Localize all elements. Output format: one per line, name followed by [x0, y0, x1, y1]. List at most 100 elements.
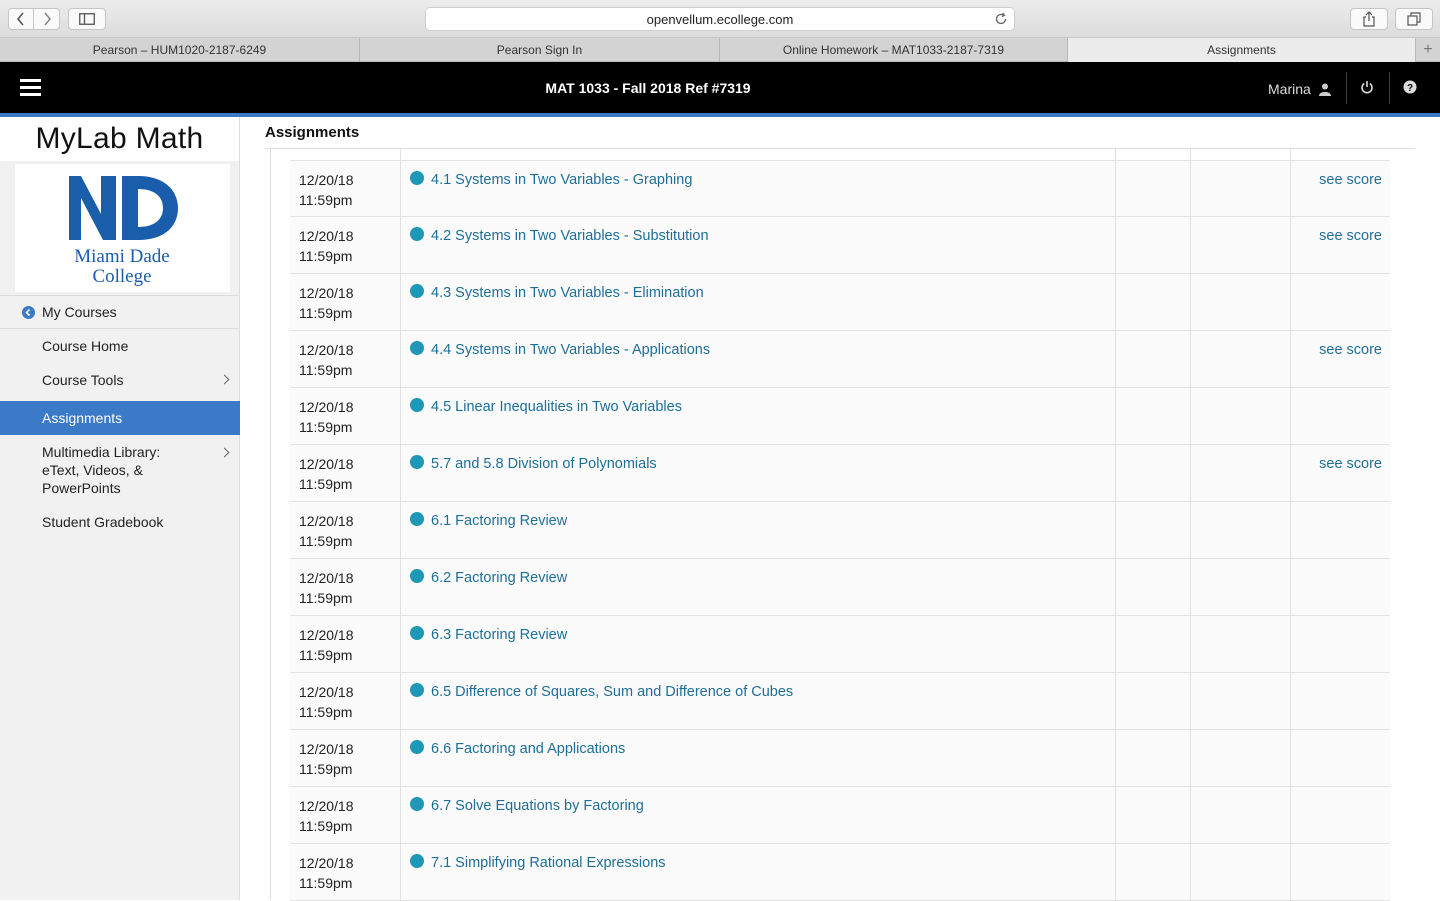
assignment-link[interactable]: 4.5 Linear Inequalities in Two Variables [431, 397, 682, 417]
assignment-link[interactable]: 4.4 Systems in Two Variables - Applicati… [431, 340, 710, 360]
help-icon[interactable]: ? [1403, 80, 1417, 94]
app-header: MAT 1033 - Fall 2018 Ref #7319 Marina ? [0, 62, 1440, 113]
sidebar-toggle-button[interactable] [68, 8, 106, 30]
status-dot-icon [410, 854, 424, 868]
status-dot-icon [410, 455, 424, 469]
due-date-time: 11:59pm [299, 362, 353, 378]
column-divider [1290, 388, 1291, 445]
column-divider [1190, 331, 1191, 388]
column-divider [1290, 217, 1291, 274]
column-divider [1115, 161, 1116, 218]
column-divider [1115, 331, 1116, 388]
assignment-link[interactable]: 6.3 Factoring Review [431, 625, 567, 645]
due-date-day: 12/20/18 [299, 798, 354, 814]
tab-label: Pearson Sign In [496, 43, 583, 57]
due-date: 12/20/18 11:59pm [299, 625, 354, 665]
svg-text:?: ? [1407, 83, 1413, 94]
assignment-link[interactable]: 7.1 Simplifying Rational Expressions [431, 853, 666, 873]
browser-tab[interactable]: Online Homework – MAT1033-2187-7319 [720, 38, 1068, 62]
column-divider [1190, 787, 1191, 844]
due-date-day: 12/20/18 [299, 513, 354, 529]
sidebar-item-assignments[interactable]: Assignments [0, 401, 240, 435]
assignment-link[interactable]: 4.2 Systems in Two Variables - Substitut… [431, 226, 709, 246]
left-sidebar: MyLab Math Miami Dade College My Courses… [0, 117, 240, 900]
table-row: 12/20/18 11:59pm 6.7 Solve Equations by Fa… [290, 787, 1390, 844]
column-divider [1115, 502, 1116, 559]
due-date-time: 11:59pm [299, 476, 353, 492]
sidebar-item-student-gradebook[interactable]: Student Gradebook [0, 505, 240, 539]
due-date-day: 12/20/18 [299, 342, 354, 358]
due-date-time: 11:59pm [299, 305, 353, 321]
forward-button[interactable] [34, 8, 60, 30]
browser-tab[interactable]: Pearson Sign In [360, 38, 720, 62]
due-date-time: 11:59pm [299, 818, 353, 834]
assignment-link[interactable]: 4.1 Systems in Two Variables - Graphing [431, 170, 692, 190]
table-row: 12/20/18 11:59pm 4.4 Systems in Two Variab… [290, 331, 1390, 388]
column-divider [1115, 844, 1116, 901]
due-date-time: 11:59pm [299, 248, 353, 264]
tab-label: Online Homework – MAT1033-2187-7319 [782, 43, 1005, 57]
column-divider [400, 388, 401, 445]
table-row: 12/20/18 11:59pm 4.1 Systems in Two Variab… [290, 160, 1390, 218]
back-button[interactable] [8, 8, 34, 30]
assignment-link[interactable]: 6.5 Difference of Squares, Sum and Diffe… [431, 682, 793, 702]
column-divider [1290, 331, 1291, 388]
column-divider [400, 161, 401, 218]
due-date-time: 11:59pm [299, 590, 353, 606]
tabs-overview-button[interactable] [1395, 8, 1433, 30]
see-score-link[interactable]: see score [1319, 226, 1382, 246]
due-date: 12/20/18 11:59pm [299, 226, 354, 266]
column-divider [1290, 787, 1291, 844]
column-divider [1290, 730, 1291, 787]
main-content: Assignments 12/20/18 11:59pm 4.1 Systems i… [240, 117, 1440, 901]
assignment-link[interactable]: 6.6 Factoring and Applications [431, 739, 625, 759]
plus-icon: + [1423, 40, 1433, 58]
column-divider [400, 673, 401, 730]
assignment-link[interactable]: 4.3 Systems in Two Variables - Eliminati… [431, 283, 704, 303]
column-divider [1290, 445, 1291, 502]
power-icon[interactable] [1360, 80, 1374, 94]
column-divider [1115, 445, 1116, 502]
column-divider [400, 331, 401, 388]
column-divider [1190, 502, 1191, 559]
see-score-link[interactable]: see score [1319, 454, 1382, 474]
chevron-right-icon [219, 374, 230, 385]
column-divider [1290, 844, 1291, 901]
my-courses-link[interactable]: My Courses [0, 295, 240, 329]
assignment-link[interactable]: 6.1 Factoring Review [431, 511, 567, 531]
column-divider [400, 616, 401, 673]
see-score-link[interactable]: see score [1319, 170, 1382, 190]
chevron-right-icon [43, 12, 51, 26]
new-tab-button[interactable]: + [1416, 38, 1440, 61]
chevron-left-icon [16, 12, 24, 26]
column-divider [1115, 274, 1116, 331]
due-date: 12/20/18 11:59pm [299, 454, 354, 494]
sidebar-item-label: Course Home [42, 338, 129, 354]
reload-icon[interactable] [994, 12, 1008, 26]
table-row: 12/20/18 11:59pm 5.7 and 5.8 Division of P… [290, 445, 1390, 502]
browser-tab[interactable]: Pearson – HUM1020-2187-6249 [0, 38, 360, 62]
due-date-day: 12/20/18 [299, 172, 354, 188]
share-button[interactable] [1350, 8, 1388, 30]
history-nav [8, 8, 60, 30]
address-bar[interactable]: openvellum.ecollege.com [425, 7, 1015, 31]
see-score-link[interactable]: see score [1319, 340, 1382, 360]
table-row: 12/20/18 11:59pm 4.2 Systems in Two Variab… [290, 217, 1390, 274]
assignment-link[interactable]: 6.2 Factoring Review [431, 568, 567, 588]
column-divider [400, 445, 401, 502]
sidebar-item-course-tools[interactable]: Course Tools [0, 363, 240, 397]
browser-tab-active[interactable]: Assignments [1068, 38, 1416, 62]
due-date-time: 11:59pm [299, 192, 353, 208]
assignment-link[interactable]: 6.7 Solve Equations by Factoring [431, 796, 644, 816]
course-title: MAT 1033 - Fall 2018 Ref #7319 [545, 80, 751, 96]
assignment-link[interactable]: 5.7 and 5.8 Division of Polynomials [431, 454, 657, 474]
user-name: Marina [1268, 81, 1311, 97]
column-divider [1290, 274, 1291, 331]
table-row: 12/20/18 11:59pm 7.1 Simplifying Rational … [290, 844, 1390, 901]
sidebar-item-course-home[interactable]: Course Home [0, 329, 240, 363]
column-divider [1290, 161, 1291, 218]
column-divider [1115, 673, 1116, 730]
table-row: 12/20/18 11:59pm 6.5 Difference of Squares… [290, 673, 1390, 730]
status-dot-icon [410, 569, 424, 583]
user-menu[interactable]: Marina [1268, 81, 1331, 97]
